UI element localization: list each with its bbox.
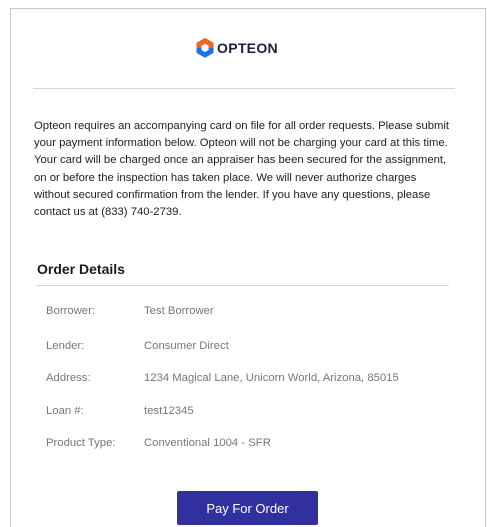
detail-label: Lender: [46,340,85,352]
order-card: OPTEON Opteon requires an accompanying c… [10,8,486,527]
detail-value: Test Borrower [144,305,214,317]
detail-label: Address: [46,372,91,384]
detail-label: Borrower: [46,305,95,317]
detail-label: Product Type: [46,437,116,449]
detail-value: test12345 [144,405,194,417]
detail-label: Loan #: [46,405,84,417]
detail-value: Consumer Direct [144,340,229,352]
detail-value: Conventional 1004 - SFR [144,437,271,449]
brand-name: OPTEON [217,40,278,56]
opteon-logo: OPTEON [196,38,278,58]
order-details-title: Order Details [37,261,125,277]
payment-notice: Opteon requires an accompanying card on … [34,120,450,219]
opteon-hexagon-icon [196,38,214,58]
header-divider [33,88,455,89]
section-divider [37,285,449,286]
pay-for-order-button[interactable]: Pay For Order [177,491,318,525]
detail-value: 1234 Magical Lane, Unicorn World, Arizon… [144,372,399,384]
